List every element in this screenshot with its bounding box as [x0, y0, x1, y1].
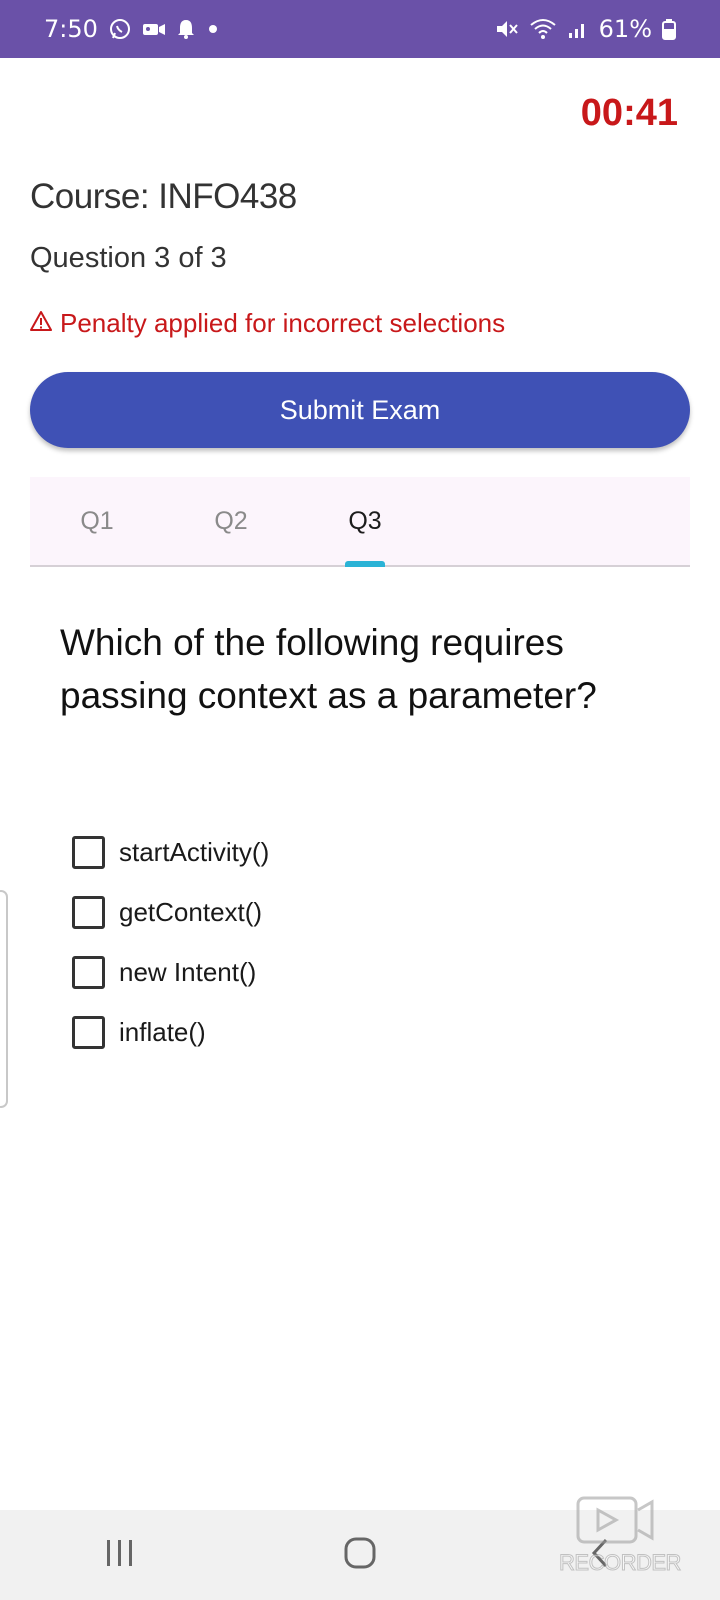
penalty-warning: Penalty applied for incorrect selections: [30, 308, 505, 339]
battery-icon: [662, 18, 676, 40]
question-text: Which of the following requires passing …: [60, 622, 597, 716]
edge-panel-handle[interactable]: [0, 890, 8, 1108]
battery-percent: 61%: [598, 15, 652, 43]
option-item[interactable]: startActivity(): [72, 822, 269, 882]
tab-q1[interactable]: Q1: [30, 477, 164, 565]
exam-timer: 00:41: [580, 92, 678, 134]
tab-label: Q2: [214, 506, 248, 535]
dot-icon: [206, 22, 220, 36]
recent-apps-button[interactable]: [80, 1525, 160, 1585]
option-label: getContext(): [119, 896, 263, 927]
recorder-watermark: RECORDER: [540, 1492, 700, 1582]
video-icon: [142, 20, 166, 38]
wifi-icon: [529, 18, 557, 40]
home-button[interactable]: [320, 1525, 400, 1585]
watermark-text: RECORDER: [559, 1550, 682, 1576]
notification-bell-icon: [176, 18, 196, 40]
tab-label: Q3: [348, 506, 382, 535]
option-label: inflate(): [119, 1016, 206, 1047]
recent-apps-icon: [103, 1538, 137, 1573]
mute-icon: [495, 18, 519, 40]
status-right: 61%: [495, 15, 676, 43]
recorder-logo-icon: [576, 1496, 654, 1544]
penalty-text: Penalty applied for incorrect selections: [60, 308, 506, 338]
tab-label: Q1: [80, 506, 114, 535]
active-tab-indicator: [345, 561, 385, 567]
home-icon: [343, 1536, 377, 1575]
question-counter: Question 3 of 3: [30, 242, 227, 274]
answer-options: startActivity() getContext() new Intent(…: [72, 822, 269, 1062]
status-time: 7:50: [44, 15, 98, 43]
checkbox[interactable]: [72, 835, 105, 869]
option-label: startActivity(): [119, 836, 270, 867]
status-bar: 7:50 61%: [0, 0, 720, 58]
tab-q2[interactable]: Q2: [164, 477, 298, 565]
course-title: Course: INFO438: [30, 177, 297, 216]
option-item[interactable]: new Intent(): [72, 942, 269, 1002]
tab-q3[interactable]: Q3: [298, 477, 432, 567]
checkbox[interactable]: [72, 1015, 105, 1049]
option-item[interactable]: getContext(): [72, 882, 269, 942]
signal-icon: [567, 18, 589, 40]
option-label: new Intent(): [119, 956, 257, 987]
whatsapp-icon: [108, 17, 132, 41]
warning-icon: [30, 308, 52, 339]
checkbox[interactable]: [72, 895, 105, 929]
submit-exam-button[interactable]: Submit Exam: [30, 372, 690, 448]
option-item[interactable]: inflate(): [72, 1002, 269, 1062]
status-left: 7:50: [44, 15, 220, 43]
checkbox[interactable]: [72, 955, 105, 989]
question-tabs: Q1 Q2 Q3: [30, 477, 690, 567]
